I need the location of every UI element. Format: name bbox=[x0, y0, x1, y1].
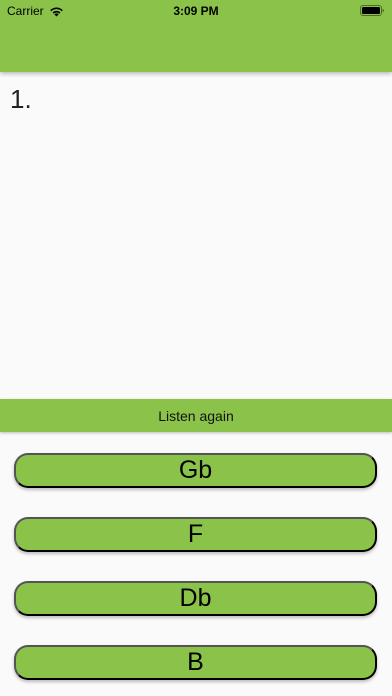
listen-again-button[interactable]: Listen again bbox=[0, 399, 392, 432]
screen: Carrier 3:09 PM 1. Listen again Gb F Db … bbox=[0, 0, 392, 696]
answer-button-gb[interactable]: Gb bbox=[14, 453, 377, 488]
battery-icon bbox=[360, 5, 384, 16]
status-bar: Carrier 3:09 PM bbox=[0, 0, 392, 22]
status-time: 3:09 PM bbox=[173, 4, 219, 18]
answer-button-f[interactable]: F bbox=[14, 517, 377, 552]
answer-button-b[interactable]: B bbox=[14, 645, 377, 680]
question-number: 1. bbox=[10, 84, 32, 114]
answer-button-db[interactable]: Db bbox=[14, 581, 377, 616]
